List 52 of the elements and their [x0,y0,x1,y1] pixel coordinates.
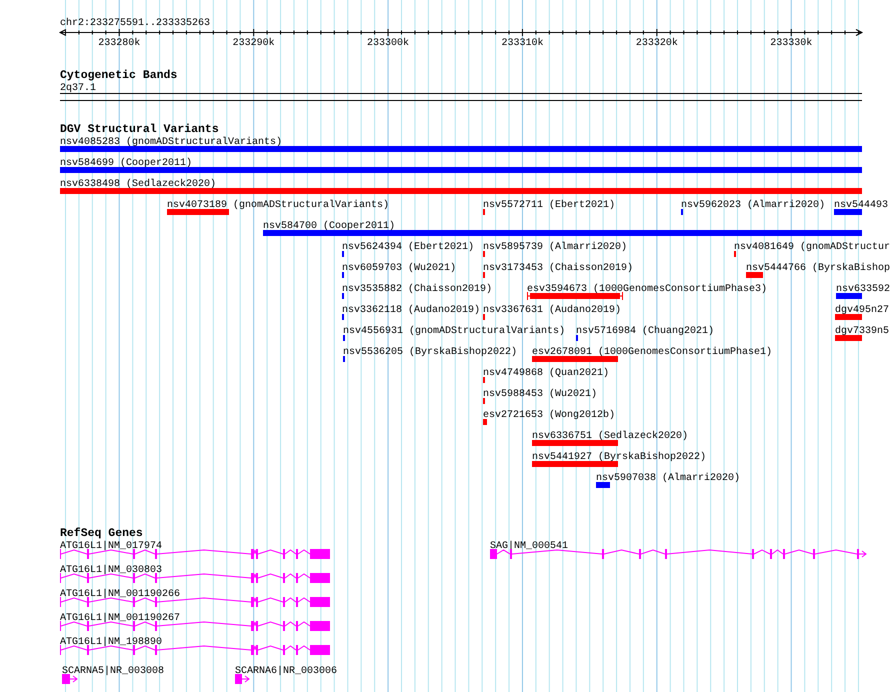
variant-label: esv3594673 (1000GenomesConsortiumPhase3) [527,284,768,295]
variant-label: nsv5572711 (Ebert2021) [483,200,616,211]
variant-label: nsv4085283 (gnomADStructuralVariants) [60,137,282,148]
variant-label: nsv5441927 (ByrskaBishop2022) [532,452,706,463]
track-title: Cytogenetic Bands [60,69,178,82]
gene-label: SCARNA5|NR_003008 [62,666,164,677]
ruler-label: 233310k [501,38,544,49]
ruler-label: 233290k [232,38,275,49]
variant-label: nsv633592 [836,284,890,295]
variant-label: nsv544493 [834,200,888,211]
gene-label: ATG16L1|NM_001190267 [60,613,180,624]
variant-label: nsv584700 (Cooper2011) [263,221,396,232]
variant-label: nsv4081649 (gnomADStructur [734,242,890,253]
variant-label: nsv4749868 (Quan2021) [483,368,610,379]
track-title: RefSeq Genes [60,527,143,540]
gene-label: SCARNA6|NR_003006 [235,666,338,677]
gene-model [235,674,250,684]
location-label: chr2:233275591..233335263 [60,18,210,29]
ruler-label: 233330k [770,38,812,49]
variant-label: nsv6059703 (Wu2021) [342,263,456,274]
gene-label: ATG16L1|NM_030803 [60,565,162,576]
variant-label: esv2721653 (Wong2012b) [483,410,616,421]
variant-label: nsv584699 (Cooper2011) [60,158,192,169]
variant-label: nsv3362118 (Audano2019) [342,305,480,316]
variant-label: nsv3535882 (Chaisson2019) [342,284,492,295]
band-label: 2q37.1 [60,83,96,94]
variant-label: nsv5716984 (Chuang2021) [576,326,714,337]
variant-label: nsv5907038 (Almarri2020) [596,473,740,484]
ruler-label: 233280k [98,38,140,49]
variant-label: dgv7339n5 [835,326,890,337]
variant-label: nsv5536205 (ByrskaBishop2022) [343,347,518,358]
ruler-label: 233300k [367,38,410,49]
gene-model [62,674,78,684]
variant-label: dgv495n27 [835,305,890,316]
variant-label: nsv6338498 (Sedlazeck2020) [60,179,216,190]
gene-label: SAG|NM_000541 [490,541,568,552]
ruler-label: 233320k [636,38,678,49]
variant-label: nsv3367631 (Audano2019) [483,305,622,316]
gene-label: ATG16L1|NM_017974 [60,541,162,552]
gene-label: ATG16L1|NM_198890 [60,637,162,648]
variant-label: esv2678091 (1000GenomesConsortiumPhase1) [532,347,772,358]
variant-label: nsv5444766 (ByrskaBishop [746,263,890,274]
gene-label: ATG16L1|NM_001190266 [60,589,180,600]
variant-label: nsv5624394 (Ebert2021) [342,242,474,253]
variant-label: nsv5895739 (Almarri2020) [483,242,628,253]
variant-label: nsv4556931 (gnomADStructuralVariants) [343,326,566,337]
track-title: DGV Structural Variants [60,123,219,136]
variant-label: nsv3173453 (Chaisson2019) [483,263,634,274]
variant-label: nsv4073189 (gnomADStructuralVariants) [167,200,390,211]
variant-label: nsv5988453 (Wu2021) [483,389,598,400]
variant-label: nsv6336751 (Sedlazeck2020) [532,431,688,442]
variant-label: nsv5962023 (Almarri2020) [681,200,826,211]
